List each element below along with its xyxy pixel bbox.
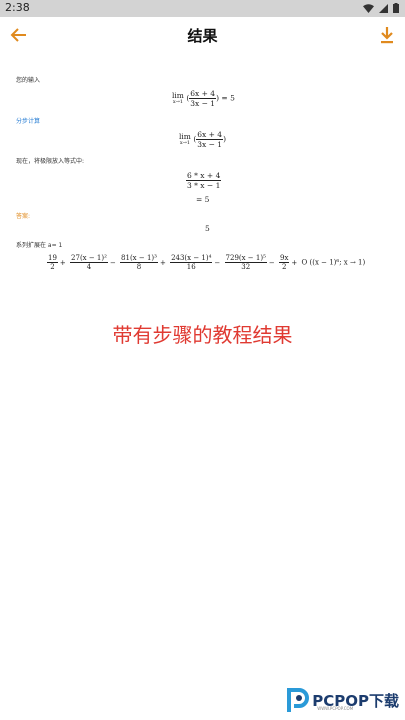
watermark-sub: WWW.PCPOP.COM xyxy=(317,706,354,711)
wifi-icon xyxy=(363,3,374,13)
status-icons xyxy=(363,3,399,13)
series-label: 系列扩展在 a= 1 xyxy=(16,242,63,249)
pcpop-logo-icon xyxy=(287,688,310,712)
input-expression: lim x→1 (6x + 4 3x − 1) = 5 xyxy=(172,89,235,108)
answer-label: 答案: xyxy=(16,213,31,220)
page-title: 结果 xyxy=(187,27,218,45)
battery-icon xyxy=(393,3,399,13)
series-expansion: 19 2 + 27(x − 1)² 4− 81(x − 1)³ 8 + 243(x − 1… xyxy=(47,254,366,271)
watermark: PCPOP下载 WWW.PCPOP.COM xyxy=(285,686,399,714)
steps-label: 分步计算 xyxy=(16,118,41,125)
substitute-label: 现在，将极限放入等式中: xyxy=(16,158,85,165)
download-icon[interactable] xyxy=(379,25,395,45)
app-bar: 结果 xyxy=(0,17,405,55)
answer-value: 5 xyxy=(205,224,210,233)
substitute-result: = 5 xyxy=(196,195,210,204)
your-input-label: 您的输入 xyxy=(16,77,41,84)
status-time: 2:38 xyxy=(5,1,30,14)
signal-icon xyxy=(379,3,388,13)
substitute-fraction: 6 * x + 43 * x − 1 xyxy=(186,171,222,190)
status-bar: 2:38 xyxy=(0,0,405,17)
step-expression: lim x→1 (6x + 4 3x − 1) xyxy=(179,130,227,149)
tutorial-caption: 带有步骤的教程结果 xyxy=(112,323,293,347)
